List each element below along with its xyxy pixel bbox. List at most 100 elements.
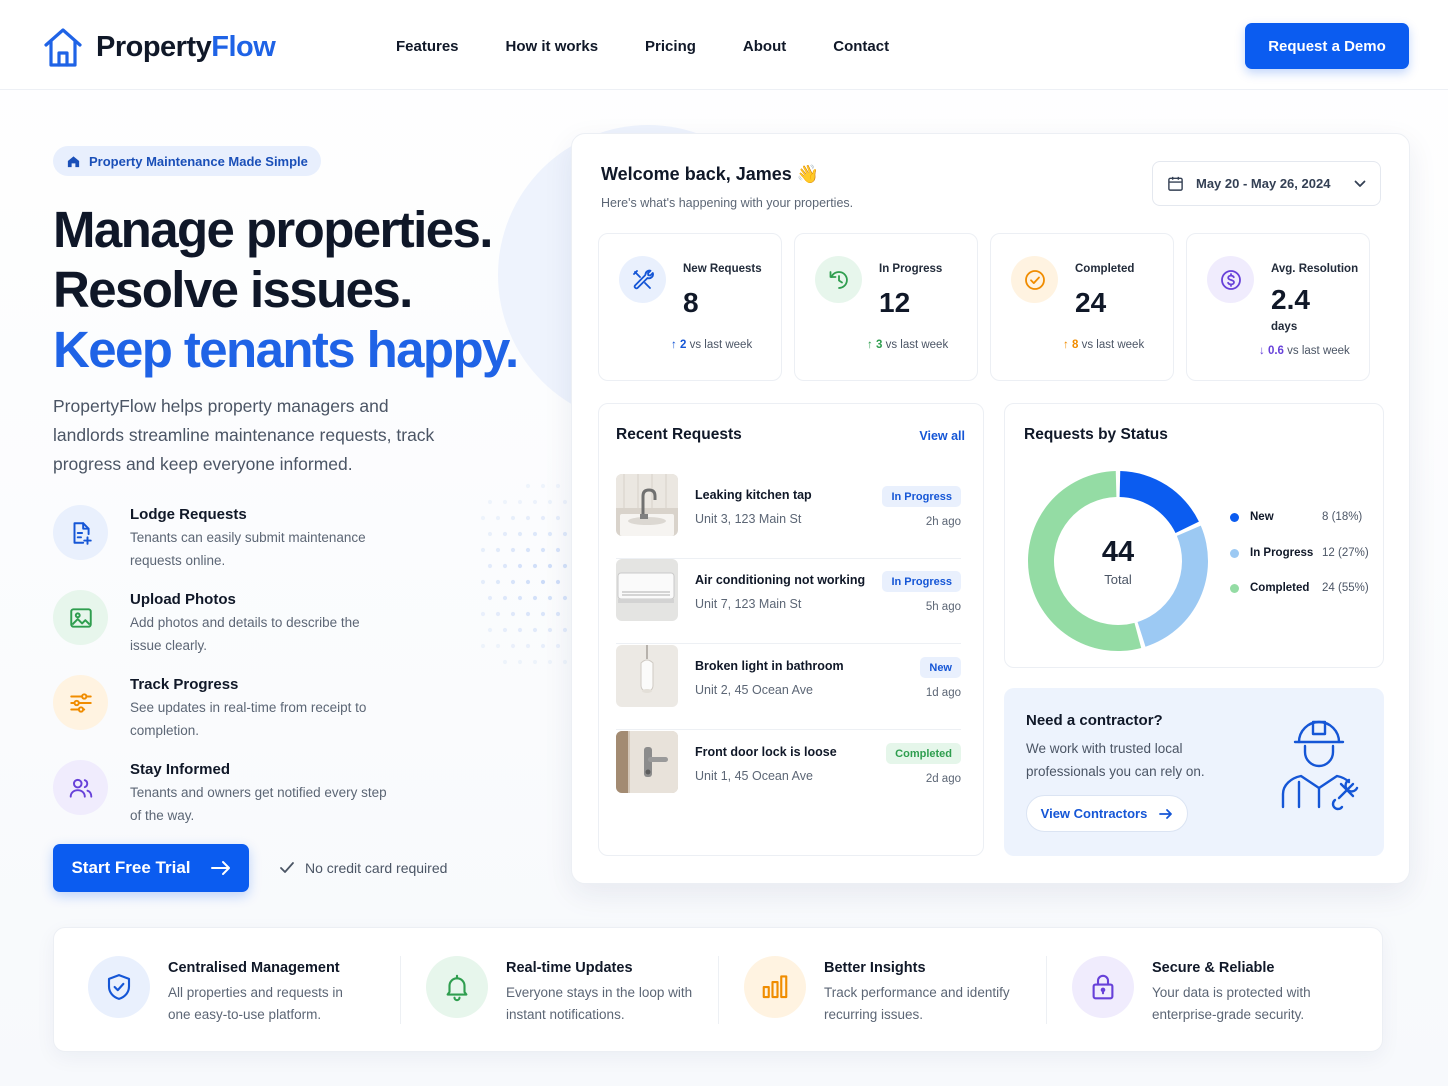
- arrow-right-icon: [210, 861, 230, 875]
- stat-trend: ↑ 8 vs last week: [1063, 339, 1145, 351]
- nav-link-about[interactable]: About: [743, 38, 786, 55]
- stat-trend-text: vs last week: [1081, 339, 1145, 351]
- benefit-desc: Track performance and identify recurring…: [824, 985, 1010, 1022]
- logo-text: PropertyFlow: [96, 31, 276, 64]
- benefits-bar: Centralised Management All properties an…: [53, 927, 1383, 1052]
- page: PropertyFlow Features How it works Prici…: [0, 0, 1448, 1086]
- welcome-heading: Welcome back, James 👋: [601, 164, 820, 184]
- stat-trend: ↑ 2 vs last week: [671, 339, 753, 351]
- donut-total: 44: [1101, 536, 1135, 568]
- recent-requests-panel: Recent Requests View all Leaking kitchen…: [598, 403, 984, 856]
- nav-link-features[interactable]: Features: [396, 38, 459, 55]
- legend-value: 12 (27%): [1322, 547, 1369, 559]
- nav-link-pricing[interactable]: Pricing: [645, 38, 696, 55]
- feature-lodge-requests: Lodge Requests Tenants can easily submit …: [53, 505, 390, 572]
- legend-value: 24 (55%): [1322, 582, 1369, 594]
- request-item[interactable]: Leaking kitchen tap Unit 3, 123 Main St …: [616, 474, 961, 559]
- divider: [1046, 956, 1047, 1024]
- bell-icon: [426, 956, 488, 1018]
- stat-trend-text: vs last week: [885, 339, 949, 351]
- donut-center: 44 Total: [1023, 536, 1213, 587]
- dashboard-preview: Welcome back, James 👋 Here's what's happ…: [571, 133, 1410, 884]
- hero-badge: Property Maintenance Made Simple: [53, 146, 321, 176]
- benefit-title: Centralised Management: [168, 960, 340, 976]
- requests-by-status-title: Requests by Status: [1024, 426, 1168, 443]
- sliders-icon: [53, 675, 108, 730]
- welcome-subtitle: Here's what's happening with your proper…: [601, 196, 854, 210]
- feature-upload-photos: Upload Photos Add photos and details to d…: [53, 590, 390, 657]
- stat-label: In Progress: [879, 263, 943, 275]
- request-time: 2d ago: [925, 773, 961, 785]
- request-photo-air-conditioner: [616, 559, 678, 621]
- view-contractors-button[interactable]: View Contractors: [1026, 795, 1188, 832]
- request-photo-door-lock: [616, 731, 678, 793]
- arrow-right-icon: [1159, 808, 1173, 819]
- request-title: Broken light in bathroom: [695, 659, 844, 673]
- contractor-desc: We work with trusted local professionals…: [1026, 741, 1205, 779]
- request-address: Unit 7, 123 Main St: [695, 597, 802, 611]
- stat-card-in-progress[interactable]: In Progress 12 ↑ 3 vs last week: [794, 233, 978, 381]
- main-menu: Features How it works Pricing About Cont…: [396, 38, 889, 55]
- no-credit-card-note: No credit card required: [279, 860, 447, 876]
- stat-value: 8: [683, 287, 699, 318]
- stat-card-avg-resolution[interactable]: Avg. Resolution 2.4 days ↓ 0.6 vs last w…: [1186, 233, 1370, 381]
- legend-dot: [1230, 583, 1239, 593]
- image-icon: [53, 590, 108, 645]
- feature-title: Track Progress: [130, 676, 239, 693]
- legend-item-new: New 8 (18%): [1230, 511, 1362, 523]
- status-badge: New: [920, 657, 961, 678]
- no-credit-card-text: No credit card required: [305, 860, 448, 876]
- contractor-title: Need a contractor?: [1026, 712, 1163, 729]
- shield-check-icon: [88, 956, 150, 1018]
- hero-description: PropertyFlow helps property managers and…: [53, 396, 435, 474]
- stat-card-completed[interactable]: Completed 24 ↑ 8 vs last week: [990, 233, 1174, 381]
- stat-trend: ↑ 3 vs last week: [867, 339, 949, 351]
- feature-track-progress: Track Progress See updates in real-time f…: [53, 675, 390, 742]
- hero-heading-line-2: Resolve issues.: [53, 261, 413, 318]
- date-range-text: May 20 - May 26, 2024: [1196, 176, 1331, 191]
- date-range-picker[interactable]: May 20 - May 26, 2024: [1152, 161, 1381, 206]
- stat-trend: ↓ 0.6 vs last week: [1259, 345, 1350, 357]
- stat-card-new-requests[interactable]: New Requests 8 ↑ 2 vs last week: [598, 233, 782, 381]
- legend-item-in-progress: In Progress 12 (27%): [1230, 547, 1369, 559]
- request-time: 1d ago: [925, 687, 961, 699]
- clock-icon: [815, 256, 862, 303]
- dollar-icon: [1207, 256, 1254, 303]
- request-address: Unit 1, 45 Ocean Ave: [695, 769, 813, 783]
- check-icon: [280, 862, 294, 873]
- home-icon: [67, 155, 80, 167]
- feature-title: Lodge Requests: [130, 506, 247, 523]
- bar-chart-icon: [744, 956, 806, 1018]
- stat-label: New Requests: [683, 263, 762, 275]
- nav-link-how-it-works[interactable]: How it works: [506, 38, 599, 55]
- request-item[interactable]: Broken light in bathroom Unit 2, 45 Ocea…: [616, 645, 961, 730]
- stat-delta: 8: [1071, 339, 1079, 351]
- nav-link-contact[interactable]: Contact: [833, 38, 889, 55]
- hero-heading-line-1: Manage properties.: [53, 201, 493, 258]
- worker-icon: [1281, 720, 1359, 811]
- legend-name: New: [1250, 511, 1274, 523]
- status-badge: In Progress: [882, 571, 961, 592]
- request-demo-button[interactable]: Request a Demo: [1245, 23, 1409, 69]
- donut-segment-new: [1119, 471, 1199, 533]
- request-item[interactable]: Air conditioning not working Unit 7, 123…: [616, 559, 961, 644]
- feature-desc: Tenants can easily submit maintenance re…: [130, 530, 366, 568]
- feature-desc: See updates in real-time from receipt to…: [130, 700, 367, 738]
- benefit-desc: Everyone stays in the loop with instant …: [506, 985, 693, 1022]
- calendar-icon: [1168, 176, 1183, 191]
- request-title: Front door lock is loose: [695, 745, 837, 759]
- request-title: Leaking kitchen tap: [695, 488, 812, 502]
- view-all-link[interactable]: View all: [919, 429, 965, 443]
- benefit-title: Real-time Updates: [506, 960, 633, 976]
- logo[interactable]: PropertyFlow: [42, 26, 276, 68]
- status-badge: In Progress: [882, 486, 961, 507]
- house-icon: [44, 28, 82, 67]
- start-free-trial-button[interactable]: Start Free Trial: [53, 844, 249, 892]
- request-time: 5h ago: [925, 601, 961, 613]
- stat-trend-text: vs last week: [689, 339, 753, 351]
- divider: [718, 956, 719, 1024]
- stat-label: Completed: [1075, 263, 1135, 275]
- stat-delta: 3: [875, 339, 883, 351]
- stat-value: 12: [879, 287, 911, 318]
- request-item[interactable]: Front door lock is loose Unit 1, 45 Ocea…: [616, 731, 961, 816]
